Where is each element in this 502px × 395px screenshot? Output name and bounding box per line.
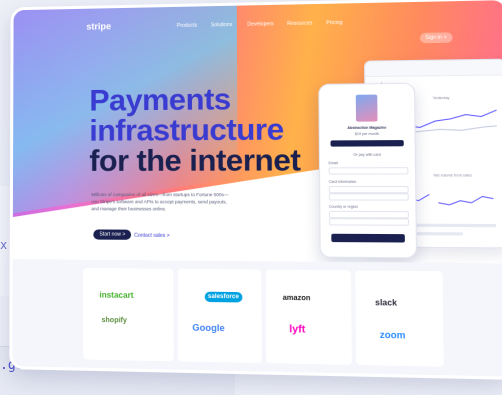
product-image <box>355 94 378 122</box>
card-number-field[interactable] <box>328 185 409 194</box>
website-screenshot: stripe Products Solutions Developers Res… <box>9 0 502 380</box>
email-field[interactable] <box>328 167 409 175</box>
or-pay-with-card: Or pay with card <box>353 152 381 157</box>
nav-products[interactable]: Products <box>177 23 197 29</box>
salesforce-logo: salesforce <box>204 291 243 303</box>
product-name: Abstraction Magazine <box>347 125 387 130</box>
lyft-logo: lyft <box>289 323 306 336</box>
email-label: Email <box>328 161 338 166</box>
logo-cell <box>83 267 174 362</box>
start-now-button[interactable]: Start now > <box>93 229 132 240</box>
headline-line-2: infrastructure <box>89 112 284 148</box>
dashboard-chart-3 <box>438 188 494 213</box>
background-code-fragment: x <box>0 238 8 252</box>
nav-developers[interactable]: Developers <box>247 21 274 28</box>
hero-headline: Payments infrastructure for the internet <box>89 82 301 178</box>
apple-pay-button[interactable] <box>330 140 404 147</box>
hero-section: stripe Products Solutions Developers Res… <box>12 0 502 264</box>
logo-cell <box>265 269 352 365</box>
logo-cell <box>355 270 444 367</box>
pay-button[interactable] <box>331 233 405 243</box>
hero-subtext: Millions of companies of all sizes—from … <box>91 192 229 212</box>
amazon-logo: amazon <box>282 294 311 303</box>
nav-solutions[interactable]: Solutions <box>211 22 232 28</box>
dashboard-metric-yesterday: Yesterday <box>432 95 450 101</box>
checkout-phone-mockup: Abstraction Magazine $19 per month Or pa… <box>318 82 418 259</box>
zoom-logo: zoom <box>379 329 406 341</box>
contact-sales-link[interactable]: Contact sales > <box>134 233 170 239</box>
card-label: Card information <box>328 179 357 184</box>
instacart-logo: instacart <box>99 290 134 301</box>
nav-pricing[interactable]: Pricing <box>326 20 342 26</box>
customer-logos-grid: instacart salesforce amazon slack shopif… <box>12 259 502 377</box>
headline-line-1: Payments <box>89 82 231 118</box>
zip-field[interactable] <box>329 218 410 226</box>
product-price: $19 per month <box>354 131 380 137</box>
stripe-logo[interactable]: stripe <box>86 21 111 31</box>
dashboard-topbar <box>365 59 502 78</box>
shopify-logo: shopify <box>101 316 127 325</box>
country-label: Country or region <box>328 204 358 209</box>
google-logo: Google <box>192 322 225 334</box>
dashboard-metric-net-sales: Net volume from sales <box>433 173 472 178</box>
slack-logo: slack <box>375 297 397 308</box>
card-expiry-field[interactable] <box>328 193 409 201</box>
logo-cell <box>177 268 262 364</box>
nav-resources[interactable]: Resources <box>287 20 312 27</box>
headline-line-3: for the internet <box>89 143 301 178</box>
sign-in-button[interactable]: Sign in > <box>419 32 453 44</box>
